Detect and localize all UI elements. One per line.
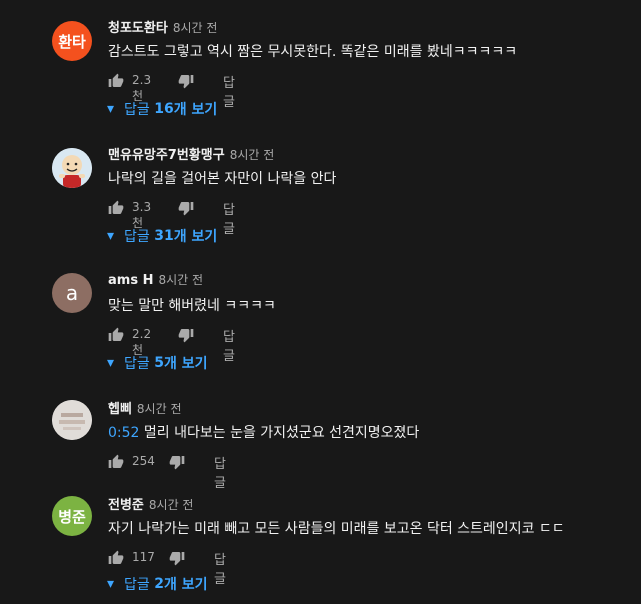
comment-text: 자기 나락가는 미래 빼고 모든 사람들의 미래를 보고온 닥터 스트레인지코 … xyxy=(108,518,565,538)
comment-time[interactable]: 8시간 전 xyxy=(230,148,275,162)
reply-button[interactable]: 답글 xyxy=(223,72,235,110)
avatar-text: 환타 xyxy=(58,32,86,51)
thumbs-up-icon[interactable] xyxy=(108,200,124,216)
replies-count: 5 xyxy=(154,355,164,371)
avatar[interactable]: 병준 xyxy=(52,496,92,536)
replies-label: 답글 xyxy=(124,102,150,118)
view-replies-button[interactable]: ▾ 답글 5개 보기 xyxy=(107,353,208,373)
avatar[interactable] xyxy=(52,148,92,188)
thumbs-up-icon[interactable] xyxy=(108,327,124,343)
comment-text: 나락의 길을 걸어본 자만이 나락을 안다 xyxy=(108,168,336,188)
comment-time[interactable]: 8시간 전 xyxy=(173,21,218,35)
avatar[interactable]: a xyxy=(52,273,92,313)
replies-suffix: 개 보기 xyxy=(164,577,208,593)
replies-count: 16 xyxy=(154,101,174,117)
replies-label: 답글 xyxy=(124,577,150,593)
comment-text: 맞는 말만 해버렸네 ㅋㅋㅋㅋ xyxy=(108,295,276,315)
avatar-text: 병준 xyxy=(58,507,86,526)
comment-time[interactable]: 8시간 전 xyxy=(149,498,194,512)
thumbs-down-icon[interactable] xyxy=(178,200,194,216)
author-name[interactable]: 헵삐 xyxy=(108,402,132,417)
reply-button[interactable]: 답글 xyxy=(214,549,226,587)
avatar[interactable]: 환타 xyxy=(52,21,92,61)
replies-label: 답글 xyxy=(124,356,150,372)
comment-text: 0:52 멀리 내다보는 눈을 가지셨군요 선견지명오졌다 xyxy=(108,422,419,442)
thumbs-up-icon[interactable] xyxy=(108,550,124,566)
thumbs-down-icon[interactable] xyxy=(178,327,194,343)
cartoon-avatar-icon xyxy=(52,148,92,188)
replies-count: 2 xyxy=(154,576,164,592)
replies-suffix: 개 보기 xyxy=(173,102,218,118)
comment-body: 멀리 내다보는 눈을 가지셨군요 선견지명오졌다 xyxy=(139,425,420,441)
like-count: 117 xyxy=(132,550,155,564)
avatar-text: a xyxy=(65,281,79,305)
view-replies-button[interactable]: ▾ 답글 2개 보기 xyxy=(107,574,208,594)
thumbs-down-icon[interactable] xyxy=(169,454,185,470)
like-count: 254 xyxy=(132,454,155,468)
thumbs-up-icon[interactable] xyxy=(108,73,124,89)
view-replies-button[interactable]: ▾ 답글 16 개 보기 xyxy=(107,99,217,119)
comment-time[interactable]: 8시간 전 xyxy=(158,273,203,287)
view-replies-button[interactable]: ▾ 답글 31 개 보기 xyxy=(107,226,217,246)
comment-body: 자기 나락가는 미래 빼고 모든 사람들의 미래를 보고온 닥터 스트레인지코 … xyxy=(108,521,565,537)
replies-suffix: 개 보기 xyxy=(173,229,218,245)
thumbs-down-icon[interactable] xyxy=(169,550,185,566)
replies-count: 31 xyxy=(154,228,174,244)
author-name[interactable]: ams H xyxy=(108,273,153,288)
timestamp-link[interactable]: 0:52 xyxy=(108,425,139,441)
thumbs-up-icon[interactable] xyxy=(108,454,124,470)
avatar[interactable] xyxy=(52,400,92,440)
comment-body: 나락의 길을 걸어본 자만이 나락을 안다 xyxy=(108,171,337,187)
author-name[interactable]: 맨유유망주7번황맹구 xyxy=(108,148,225,163)
comment-text: 감스트도 그렇고 역시 짬은 무시못한다. 똑같은 미래를 봤네ㅋㅋㅋㅋㅋ xyxy=(108,41,517,61)
chevron-down-icon: ▾ xyxy=(107,101,115,117)
reply-button[interactable]: 답글 xyxy=(223,326,235,364)
reply-button[interactable]: 답글 xyxy=(223,199,235,237)
chevron-down-icon: ▾ xyxy=(107,355,115,371)
author-name[interactable]: 전병준 xyxy=(108,498,144,513)
image-avatar-icon xyxy=(52,400,92,440)
replies-label: 답글 xyxy=(124,229,150,245)
chevron-down-icon: ▾ xyxy=(107,576,115,592)
thumbs-down-icon[interactable] xyxy=(178,73,194,89)
replies-suffix: 개 보기 xyxy=(164,356,208,372)
comment-body: 감스트도 그렇고 역시 짬은 무시못한다. 똑같은 미래를 봤네ㅋㅋㅋㅋㅋ xyxy=(108,44,518,60)
comment-time[interactable]: 8시간 전 xyxy=(137,402,182,416)
comment-body: 맞는 말만 해버렸네 ㅋㅋㅋㅋ xyxy=(108,298,276,314)
reply-button[interactable]: 답글 xyxy=(214,453,226,491)
author-name[interactable]: 청포도환타 xyxy=(108,21,168,36)
chevron-down-icon: ▾ xyxy=(107,228,115,244)
